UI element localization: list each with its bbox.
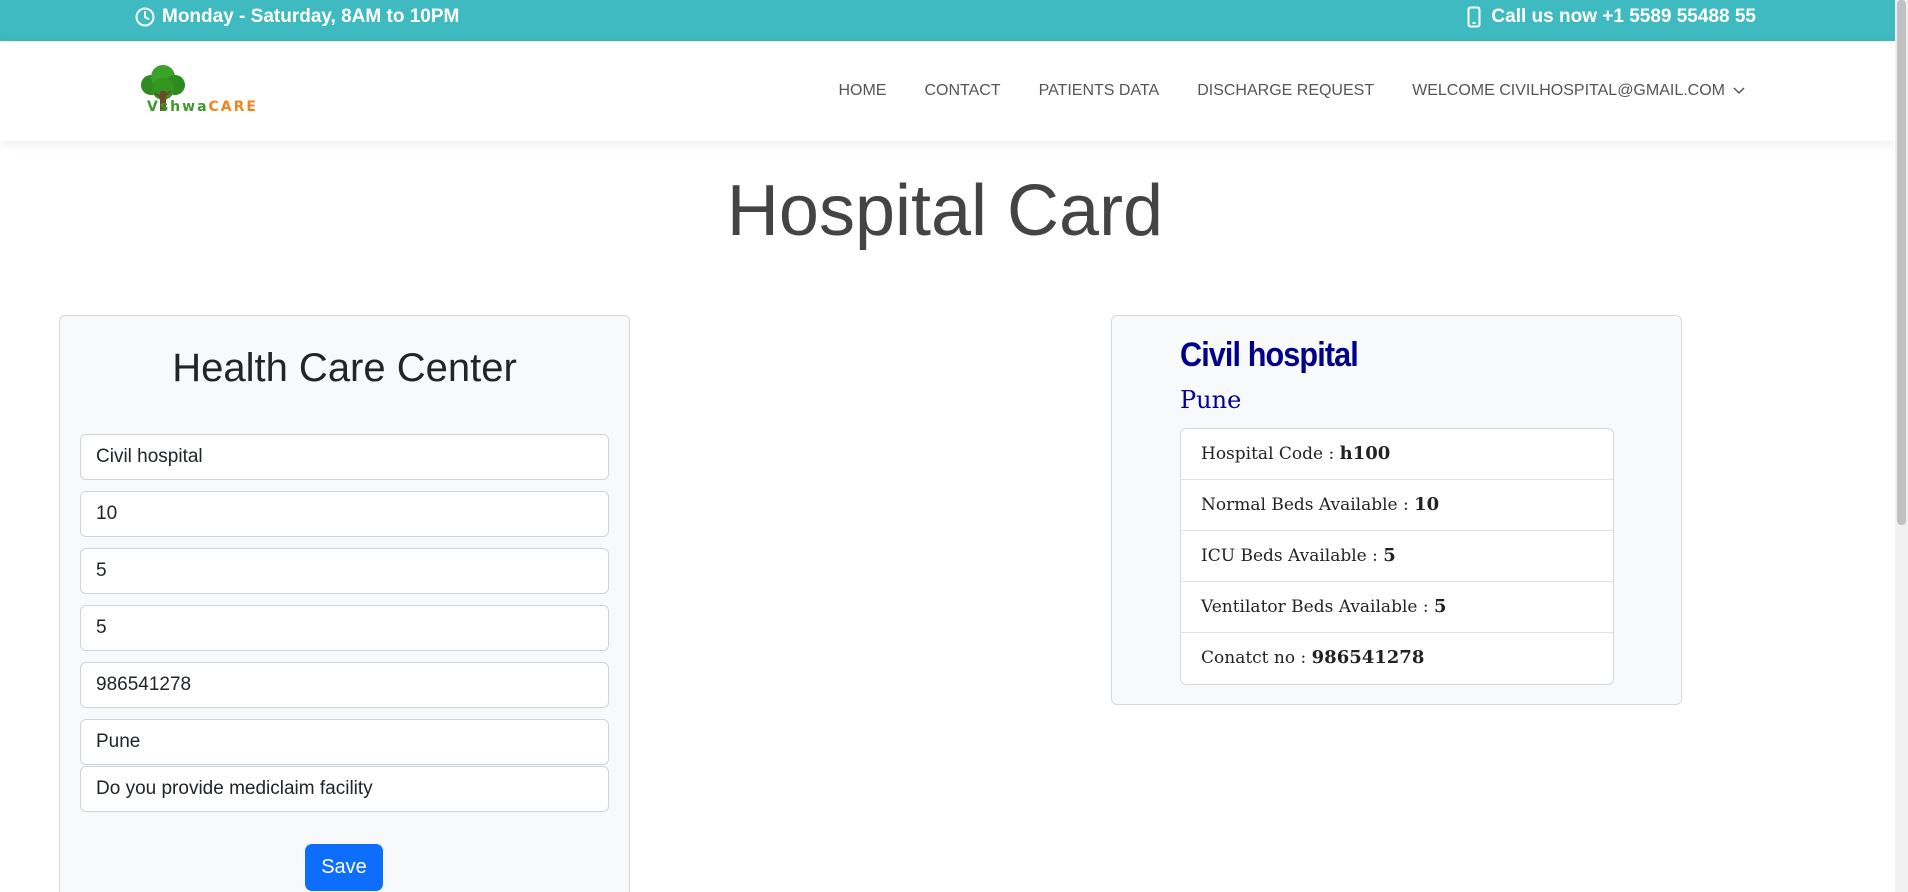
page-scrollbar[interactable] xyxy=(1895,0,1908,892)
hospital-name-input[interactable]: Civil hospital xyxy=(80,434,609,480)
top-info-bar: Monday - Saturday, 8AM to 10PM Call us n… xyxy=(0,0,1895,41)
list-item: ICU Beds Available : 5 xyxy=(1181,531,1613,582)
list-item: Conatct no : 986541278 xyxy=(1201,647,1425,668)
list-item: Normal Beds Available : 10 xyxy=(1181,480,1613,531)
mediclaim-select[interactable]: Do you provide mediclaim facility xyxy=(80,766,609,812)
nav-links: HOME CONTACT PATIENTS DATA DISCHARGE REQ… xyxy=(838,82,1745,100)
hospital-city: Pune xyxy=(1180,386,1242,414)
chevron-down-icon xyxy=(1733,87,1745,95)
nav-discharge-request[interactable]: DISCHARGE REQUEST xyxy=(1197,82,1374,100)
business-hours-text: Monday - Saturday, 8AM to 10PM xyxy=(162,6,460,27)
business-hours: Monday - Saturday, 8AM to 10PM xyxy=(135,6,459,28)
city-input[interactable]: Pune xyxy=(80,719,609,765)
brand-logo[interactable]: VshwaCARE xyxy=(137,65,267,121)
normal-beds-input[interactable]: 10 xyxy=(80,491,609,537)
hospital-form-card: Health Care Center Civil hospital 10 5 5… xyxy=(59,315,630,892)
save-button[interactable]: Save xyxy=(305,844,383,891)
list-item: Ventilator Beds Available : 5 xyxy=(1181,582,1613,633)
call-text: Call us now +1 5589 55488 55 xyxy=(1491,6,1756,27)
clock-icon xyxy=(135,7,155,27)
nav-patients-data[interactable]: PATIENTS DATA xyxy=(1039,82,1160,100)
phone-icon xyxy=(1467,6,1481,28)
hospital-name: Civil hospital xyxy=(1180,336,1359,374)
main-navbar: VshwaCARE HOME CONTACT PATIENTS DATA DIS… xyxy=(0,41,1895,141)
contact-number-input[interactable]: 986541278 xyxy=(80,662,609,708)
welcome-text: WELCOME CIVILHOSPITAL@GMAIL.COM xyxy=(1412,82,1725,99)
form-heading: Health Care Center xyxy=(172,346,517,390)
scrollbar-thumb[interactable] xyxy=(1897,0,1906,525)
ventilator-beds-input[interactable]: 5 xyxy=(80,605,609,651)
page-title: Hospital Card xyxy=(726,171,1164,251)
nav-contact[interactable]: CONTACT xyxy=(924,82,1000,100)
brand-wordmark: VshwaCARE xyxy=(147,99,258,115)
icu-beds-input[interactable]: 5 xyxy=(80,548,609,594)
hospital-info-card: Civil hospital Pune Hospital Code : h100… xyxy=(1111,315,1682,705)
hospital-details-list: Hospital Code : h100 Normal Beds Availab… xyxy=(1180,428,1614,685)
nav-home[interactable]: HOME xyxy=(838,82,886,100)
list-item: Hospital Code : h100 xyxy=(1181,429,1613,480)
call-info: Call us now +1 5589 55488 55 xyxy=(1467,6,1756,28)
nav-user-dropdown[interactable]: WELCOME CIVILHOSPITAL@GMAIL.COM xyxy=(1412,82,1745,100)
